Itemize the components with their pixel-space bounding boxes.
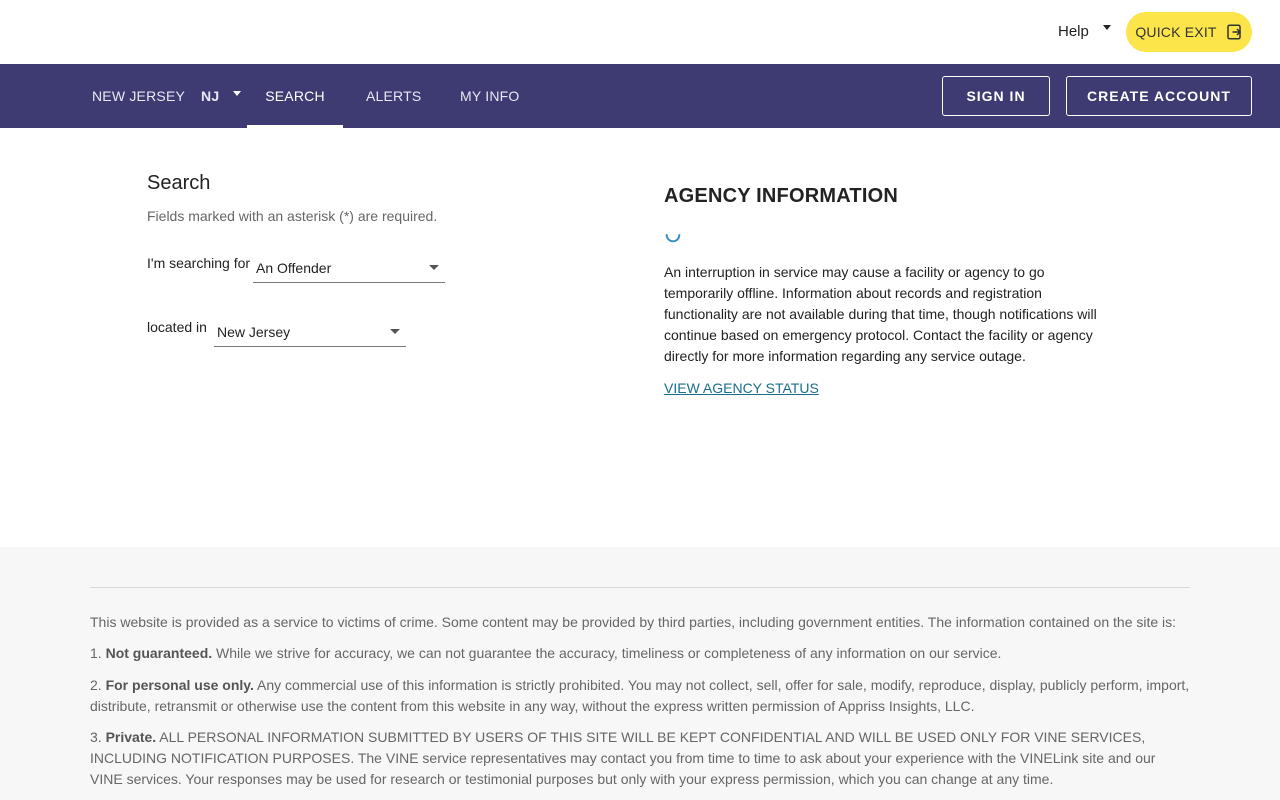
located-in-select[interactable]: New Jersey [214, 317, 406, 347]
view-agency-status-link[interactable]: VIEW AGENCY STATUS [664, 380, 819, 396]
item-heading: Private. [105, 729, 157, 745]
located-in-label: located in [147, 319, 207, 335]
state-code: NJ [201, 88, 220, 104]
caret-down-icon [390, 329, 400, 334]
footer-item-1: 1. Not guaranteed. While we strive for a… [90, 643, 1190, 664]
caret-down-icon [429, 265, 439, 270]
item-heading: For personal use only. [105, 677, 254, 693]
sign-in-button[interactable]: SIGN IN [942, 76, 1050, 116]
state-name: NEW JERSEY [92, 88, 186, 104]
searching-for-label: I'm searching for [147, 255, 251, 271]
quick-exit-label: QUICK EXIT [1135, 24, 1217, 40]
searching-for-select[interactable]: An Offender [253, 253, 445, 283]
item-number: 2. [90, 677, 106, 693]
agency-info-title: AGENCY INFORMATION [664, 185, 898, 207]
caret-down-icon [233, 90, 242, 96]
required-fields-note: Fields marked with an asterisk (*) are r… [147, 208, 438, 224]
item-number: 3. [90, 729, 106, 745]
footer-item-2: 2. For personal use only. Any commercial… [90, 675, 1190, 717]
create-account-button[interactable]: CREATE ACCOUNT [1066, 76, 1252, 116]
exit-icon [1226, 24, 1241, 40]
caret-down-icon [1102, 25, 1111, 30]
located-in-value: New Jersey [217, 323, 291, 340]
top-utility-bar: Help QUICK EXIT [0, 0, 1280, 64]
loading-spinner-icon [665, 234, 681, 243]
footer-disclaimer: This website is provided as a service to… [0, 547, 1280, 800]
footer-item-3: 3. Private. ALL PERSONAL INFORMATION SUB… [90, 727, 1190, 790]
item-heading: Not guaranteed. [105, 645, 213, 661]
nav-search[interactable]: SEARCH [247, 64, 343, 128]
state-selector[interactable]: NEW JERSEY NJ [92, 64, 242, 128]
help-menu[interactable]: Help [1058, 23, 1111, 40]
item-number: 1. [90, 645, 106, 661]
searching-for-value: An Offender [256, 259, 332, 276]
help-label: Help [1058, 23, 1089, 40]
item-text: Any commercial use of this information i… [90, 677, 1190, 714]
item-text: ALL PERSONAL INFORMATION SUBMITTED BY US… [90, 729, 1156, 787]
nav-alerts[interactable]: ALERTS [366, 64, 421, 128]
nav-my-info[interactable]: MY INFO [460, 64, 519, 128]
main-nav-bar: NEW JERSEY NJ SEARCH ALERTS MY INFO SIGN… [0, 64, 1280, 128]
footer-divider [90, 587, 1190, 588]
footer-intro: This website is provided as a service to… [90, 614, 1177, 630]
search-title: Search [147, 172, 211, 194]
agency-info-text: An interruption in service may cause a f… [664, 264, 1097, 364]
item-text: While we strive for accuracy, we can not… [212, 645, 1002, 661]
quick-exit-button[interactable]: QUICK EXIT [1126, 12, 1252, 52]
